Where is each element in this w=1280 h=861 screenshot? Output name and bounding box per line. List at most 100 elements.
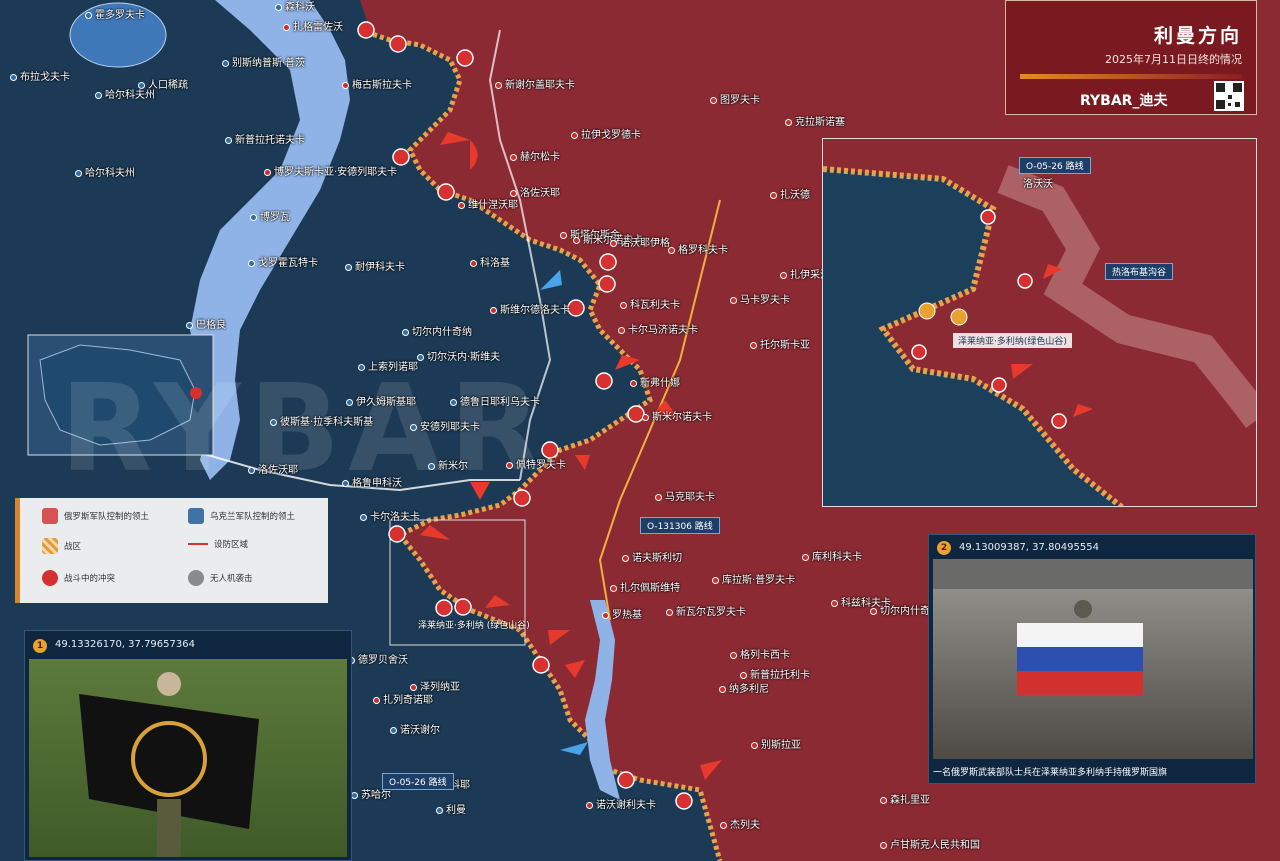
town-marker xyxy=(358,364,365,371)
town-marker xyxy=(720,822,727,829)
town-marker xyxy=(831,600,838,607)
town-marker xyxy=(402,329,409,336)
town-marker xyxy=(436,807,443,814)
map-date: 2025年7月11日日终的情况 xyxy=(1105,53,1242,66)
legend-label: 战斗中的冲突 xyxy=(64,574,116,584)
legend-label: 无人机袭击 xyxy=(210,574,253,584)
combat-marker xyxy=(595,372,613,390)
town-marker xyxy=(138,82,145,89)
combat-marker xyxy=(532,656,550,674)
photo-panel-1: 1 49.13326170, 37.79657364 xyxy=(24,630,352,861)
town-label: 维什涅沃耶 xyxy=(468,200,518,211)
town-marker xyxy=(250,214,257,221)
fortified-line-swatch xyxy=(188,543,208,545)
town-marker xyxy=(351,792,358,799)
town-label: 戈罗霍瓦特卡 xyxy=(258,258,318,269)
combat-marker xyxy=(675,792,693,810)
town-marker xyxy=(602,612,609,619)
combat-marker xyxy=(599,253,617,271)
photo-1-image xyxy=(29,659,347,857)
header-accent-bar xyxy=(1020,74,1242,79)
legend-fortified: 设防区域 xyxy=(188,538,248,550)
inset-map: O-05-26 路线 洛沃沃 热洛布基沟谷 泽莱纳亚·多利纳(绿色山谷) xyxy=(822,138,1257,507)
town-marker xyxy=(610,240,617,247)
town-marker xyxy=(75,170,82,177)
town-marker xyxy=(346,399,353,406)
town-marker xyxy=(642,414,649,421)
town-marker xyxy=(622,555,629,562)
town-marker xyxy=(712,577,719,584)
combat-marker xyxy=(627,405,645,423)
photo-panel-2: 2 49.13009387, 37.80495554 一名俄罗斯武装部队士兵在泽… xyxy=(928,534,1256,784)
town-marker xyxy=(390,727,397,734)
town-marker xyxy=(495,82,502,89)
ua-territory-swatch xyxy=(188,508,204,524)
photo-2-image xyxy=(933,559,1253,759)
green-valley-callout: 泽莱纳亚·多利纳 (绿色山谷) xyxy=(418,621,530,631)
town-marker xyxy=(510,190,517,197)
town-marker xyxy=(560,232,567,239)
town-marker xyxy=(373,697,380,704)
legend-ua: 乌克兰军队控制的领土 xyxy=(188,508,295,524)
town-marker xyxy=(751,742,758,749)
town-marker xyxy=(458,202,465,209)
legend-ru: 俄罗斯军队控制的领土 xyxy=(42,508,149,524)
town-label: 罗热基 xyxy=(612,610,642,621)
combat-marker xyxy=(437,183,455,201)
photo-1-coords: 49.13326170, 37.79657364 xyxy=(55,639,195,650)
town-label: 森扎里亚 xyxy=(890,795,930,806)
town-marker xyxy=(571,132,578,139)
town-label: 新谢尔盖耶夫卡 xyxy=(505,80,575,91)
town-marker xyxy=(186,322,193,329)
town-marker xyxy=(428,463,435,470)
fighting-icon xyxy=(42,570,58,586)
town-marker xyxy=(270,419,277,426)
legend-label: 设防区域 xyxy=(214,540,249,550)
town-marker xyxy=(490,307,497,314)
soldier-with-flag-image xyxy=(79,672,259,857)
town-marker xyxy=(345,264,352,271)
combat-marker xyxy=(388,525,406,543)
town-marker xyxy=(222,60,229,67)
town-marker xyxy=(630,380,637,387)
town-label: 伊久姆斯基耶 xyxy=(356,397,416,408)
inset-town-label: 洛沃沃 xyxy=(1023,179,1053,190)
combat-marker xyxy=(389,35,407,53)
town-label: 泽列纳亚 xyxy=(420,682,460,693)
town-label: 库利科夫卡 xyxy=(812,552,862,563)
town-label: 诺夫斯利切 xyxy=(632,553,682,564)
header-panel: 利曼方向 2025年7月11日日终的情况 RYBAR_迪夫 xyxy=(1005,0,1257,115)
town-label: 卡尔马济诺夫卡 xyxy=(628,325,698,336)
inset-ravine-label: 泽莱纳亚·多利纳(绿色山谷) xyxy=(953,333,1072,348)
town-marker xyxy=(770,192,777,199)
town-label: 斯维尔德洛夫卡 xyxy=(500,305,570,316)
town-label: 霍多罗夫卡 xyxy=(95,10,145,21)
town-label: 彼斯基·拉季科夫斯基 xyxy=(280,417,374,428)
town-marker xyxy=(780,272,787,279)
town-label: 马克耶夫卡 xyxy=(665,492,715,503)
town-marker xyxy=(275,4,282,11)
town-marker xyxy=(450,399,457,406)
town-marker xyxy=(417,354,424,361)
town-label: 切尔沃内·斯维夫 xyxy=(427,352,501,363)
photo-2-number: 2 xyxy=(937,541,951,555)
town-label: 斯米尔诺夫卡 xyxy=(652,412,712,423)
town-marker xyxy=(360,514,367,521)
town-label: 洛佐沃耶 xyxy=(258,465,298,476)
town-label: 扎格雷佐沃 xyxy=(293,22,343,33)
town-label: 格列卡西卡 xyxy=(740,650,790,661)
town-marker xyxy=(870,608,877,615)
counter-arrow xyxy=(540,270,562,290)
inset-map-drawing xyxy=(823,139,1256,506)
road-badge-o131306: O-131306 路线 xyxy=(640,517,720,534)
town-marker xyxy=(730,297,737,304)
town-label: 新普拉托利卡 xyxy=(750,670,810,681)
town-marker xyxy=(470,260,477,267)
town-label: 卢甘斯克人民共和国 xyxy=(890,840,980,851)
town-label: 新米尔 xyxy=(438,461,468,472)
town-label: 扎列奇诺耶 xyxy=(383,695,433,706)
town-marker xyxy=(618,327,625,334)
town-marker xyxy=(880,842,887,849)
town-label: 库拉斯·普罗夫卡 xyxy=(722,575,796,586)
combat-marker xyxy=(435,599,453,617)
